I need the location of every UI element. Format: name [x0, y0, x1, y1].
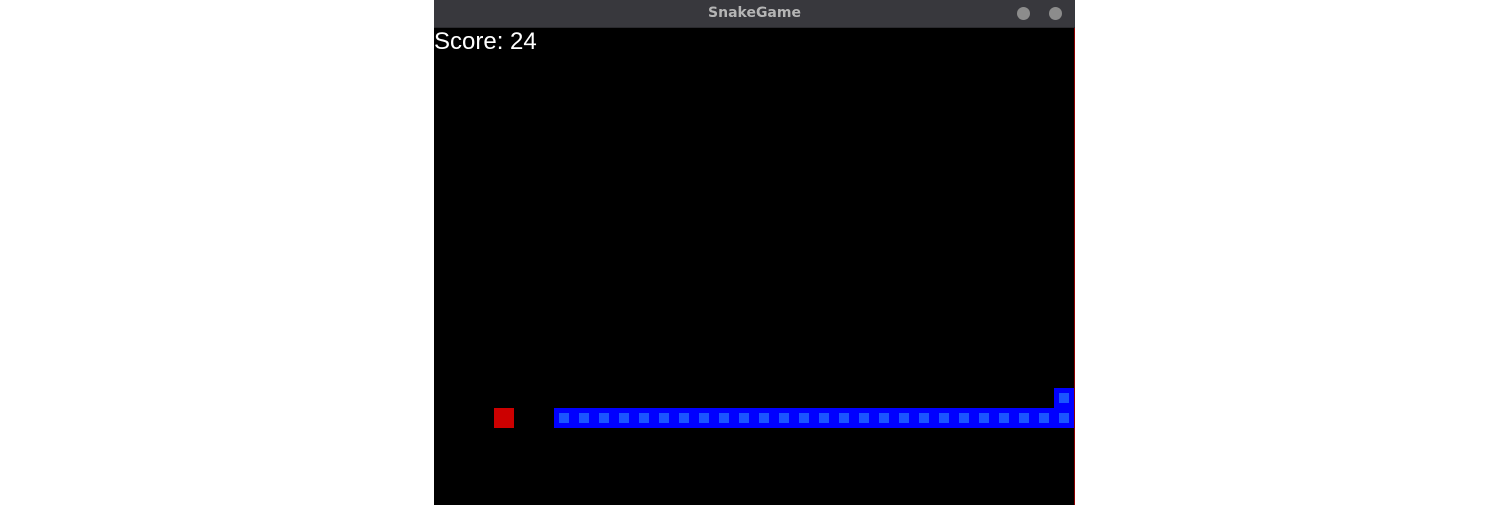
- snake-segment: [1054, 408, 1074, 428]
- game-window: SnakeGame Score: 24: [434, 0, 1075, 505]
- snake-segment: [654, 408, 674, 428]
- food-pellet: [494, 408, 514, 428]
- snake-segment: [834, 408, 854, 428]
- snake-segment: [554, 408, 574, 428]
- snake-segment: [674, 408, 694, 428]
- snake-segment: [874, 408, 894, 428]
- snake-segment: [774, 408, 794, 428]
- title-bar[interactable]: SnakeGame: [434, 0, 1075, 28]
- snake-segment: [914, 408, 934, 428]
- close-icon[interactable]: [1049, 7, 1062, 20]
- snake-segment: [594, 408, 614, 428]
- game-board[interactable]: Score: 24: [434, 28, 1075, 505]
- snake-segment: [994, 408, 1014, 428]
- snake-segment: [1034, 408, 1054, 428]
- snake-segment: [1014, 408, 1034, 428]
- snake-segment: [754, 408, 774, 428]
- snake-segment: [974, 408, 994, 428]
- snake-segment: [614, 408, 634, 428]
- snake-segment: [814, 408, 834, 428]
- snake-segment: [794, 408, 814, 428]
- snake-segment: [714, 408, 734, 428]
- snake-head: [1054, 388, 1074, 408]
- snake-segment: [574, 408, 594, 428]
- snake-segment: [634, 408, 654, 428]
- snake-segment: [734, 408, 754, 428]
- snake-segment: [854, 408, 874, 428]
- window-title: SnakeGame: [708, 5, 801, 21]
- snake-segment: [934, 408, 954, 428]
- snake-segment: [694, 408, 714, 428]
- snake-segment: [954, 408, 974, 428]
- snake-segment: [894, 408, 914, 428]
- score-label: Score: 24: [434, 28, 537, 55]
- minimize-icon[interactable]: [1017, 7, 1030, 20]
